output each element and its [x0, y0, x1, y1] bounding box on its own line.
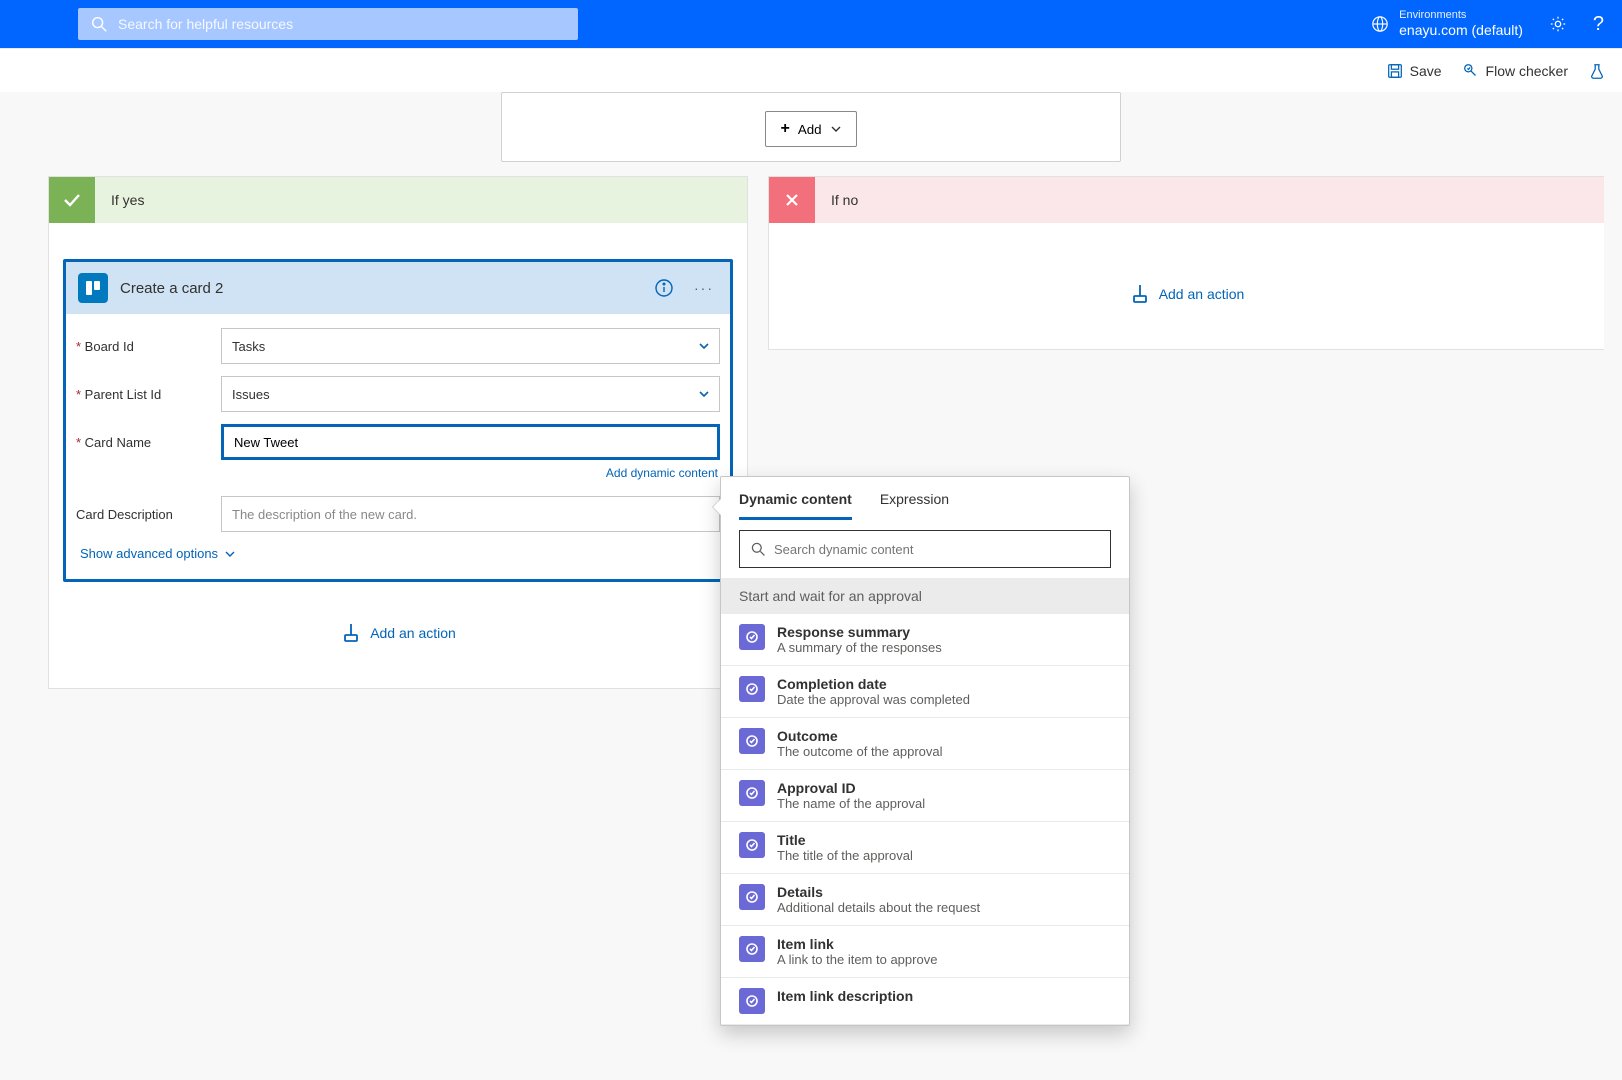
plus-icon: +: [780, 120, 789, 138]
board-id-row: Board Id Tasks: [76, 322, 720, 370]
if-yes-title: If yes: [95, 177, 747, 223]
chevron-down-icon: [224, 548, 236, 560]
if-no-title: If no: [815, 177, 1604, 223]
test-icon[interactable]: [1588, 62, 1606, 80]
dynamic-content-item[interactable]: DetailsAdditional details about the requ…: [721, 874, 1129, 926]
save-button[interactable]: Save: [1386, 62, 1442, 80]
card-name-input[interactable]: [234, 435, 707, 450]
dynamic-content-search[interactable]: [739, 530, 1111, 568]
card-desc-row: Card Description: [76, 490, 720, 538]
dynamic-content-item[interactable]: Item linkA link to the item to approve: [721, 926, 1129, 978]
approval-icon: [739, 832, 765, 858]
parent-list-select[interactable]: Issues: [221, 376, 720, 412]
check-icon: [49, 177, 95, 223]
approval-icon: [739, 780, 765, 806]
flow-checker-icon: [1462, 62, 1480, 80]
show-advanced-options[interactable]: Show advanced options: [76, 538, 240, 565]
dynamic-content-item[interactable]: TitleThe title of the approval: [721, 822, 1129, 874]
if-yes-branch: If yes Create a card 2 ···: [48, 176, 748, 689]
add-condition-button[interactable]: + Add: [765, 111, 856, 147]
approval-icon: [739, 884, 765, 910]
insert-icon: [340, 622, 362, 644]
add-dynamic-content-link[interactable]: Add dynamic content: [76, 466, 718, 480]
flow-checker-button[interactable]: Flow checker: [1462, 62, 1568, 80]
approval-icon: [739, 676, 765, 702]
dynamic-content-item[interactable]: Completion dateDate the approval was com…: [721, 666, 1129, 718]
save-icon: [1386, 62, 1404, 80]
dynamic-content-list: Response summaryA summary of the respons…: [721, 614, 1129, 1025]
approval-icon: [739, 624, 765, 650]
flow-canvas: + Add If yes Create a card 2: [0, 92, 1622, 887]
card-name-input-wrap: [221, 424, 720, 460]
env-label: Environments: [1399, 9, 1523, 22]
parent-list-row: Parent List Id Issues: [76, 370, 720, 418]
chevron-down-icon: [697, 339, 711, 353]
close-icon: [769, 177, 815, 223]
globe-icon: [1371, 15, 1389, 33]
chevron-down-icon: [830, 123, 842, 135]
dynamic-content-item[interactable]: Item link description: [721, 978, 1129, 1025]
action-header[interactable]: Create a card 2 ···: [66, 262, 730, 314]
global-search-input[interactable]: [118, 16, 566, 32]
condition-card: + Add: [501, 92, 1121, 162]
card-desc-input[interactable]: [232, 507, 709, 522]
env-value: enayu.com (default): [1399, 22, 1523, 39]
chevron-down-icon: [697, 387, 711, 401]
dynamic-content-popover: Dynamic content Expression Start and wai…: [720, 476, 1130, 1026]
board-id-select[interactable]: Tasks: [221, 328, 720, 364]
help-icon[interactable]: ?: [1593, 13, 1604, 36]
approval-icon: [739, 936, 765, 962]
dynamic-content-item[interactable]: Approval IDThe name of the approval: [721, 770, 1129, 822]
search-icon: [90, 15, 108, 33]
dynamic-content-group: Start and wait for an approval: [721, 578, 1129, 614]
dynamic-content-item[interactable]: OutcomeThe outcome of the approval: [721, 718, 1129, 770]
card-name-row: Card Name: [76, 418, 720, 466]
environment-picker[interactable]: Environments enayu.com (default): [1371, 9, 1523, 39]
tab-expression[interactable]: Expression: [880, 491, 949, 520]
card-name-label: Card Name: [76, 435, 211, 450]
insert-icon: [1129, 283, 1151, 305]
dynamic-content-search-input[interactable]: [774, 542, 1100, 557]
more-icon[interactable]: ···: [690, 276, 718, 300]
add-action-yes[interactable]: Add an action: [63, 622, 733, 644]
create-card-action: Create a card 2 ··· Board Id Tasks: [63, 259, 733, 582]
board-id-label: Board Id: [76, 339, 211, 354]
command-bar: Save Flow checker: [0, 48, 1622, 92]
dynamic-content-item[interactable]: Response summaryA summary of the respons…: [721, 614, 1129, 666]
trello-icon: [78, 273, 108, 303]
card-desc-label: Card Description: [76, 507, 211, 522]
approval-icon: [739, 988, 765, 1014]
gear-icon[interactable]: [1549, 15, 1567, 33]
info-icon[interactable]: [650, 274, 678, 302]
approval-icon: [739, 728, 765, 754]
add-action-no[interactable]: Add an action: [783, 283, 1590, 305]
action-title: Create a card 2: [120, 280, 638, 297]
global-search[interactable]: [78, 8, 578, 40]
card-desc-input-wrap: [221, 496, 720, 532]
tab-dynamic-content[interactable]: Dynamic content: [739, 491, 852, 520]
if-no-branch: If no Add an action: [768, 176, 1604, 350]
top-bar: Environments enayu.com (default) ?: [0, 0, 1622, 48]
parent-list-label: Parent List Id: [76, 387, 211, 402]
search-icon: [750, 541, 766, 557]
